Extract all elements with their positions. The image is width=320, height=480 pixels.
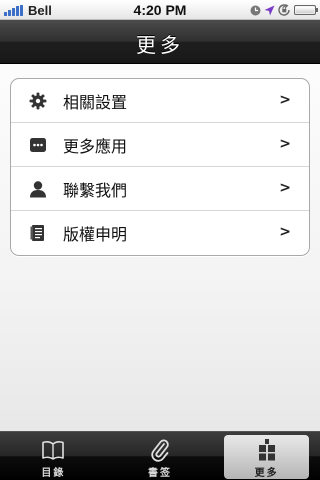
document-icon: [29, 224, 47, 242]
menu-item-settings[interactable]: 相關設置 >: [11, 79, 309, 123]
chevron-right-icon: >: [279, 136, 291, 152]
rotation-lock-icon: [278, 4, 291, 16]
tab-label: 更多: [254, 468, 279, 479]
tab-catalog[interactable]: 目錄: [0, 432, 107, 480]
chevron-right-icon: >: [279, 224, 291, 240]
tab-bookmarks[interactable]: 書签: [107, 432, 214, 480]
menu-item-label: 聯繫我們: [63, 180, 128, 200]
status-right: [247, 3, 318, 17]
tab-label: 書签: [148, 468, 172, 479]
more-apps-icon: [29, 136, 47, 154]
open-book-icon: [42, 441, 65, 460]
person-icon: [29, 180, 47, 198]
paperclip-icon: [151, 439, 169, 462]
menu-item-label: 版權申明: [63, 225, 128, 244]
page-title: 更多: [136, 33, 184, 57]
chevron-right-icon: >: [279, 180, 291, 196]
tab-bar: 目錄 書签 更多: [0, 431, 320, 480]
menu-item-more-apps[interactable]: 更多應用 >: [11, 123, 309, 167]
location-arrow-icon: [264, 5, 275, 16]
chevron-right-icon: >: [279, 92, 291, 108]
more-grid-icon: [258, 439, 275, 461]
tab-more[interactable]: 更多: [213, 432, 320, 480]
status-bar: Bell 4:20 PM: [0, 0, 320, 20]
menu-item-label: 相關設置: [63, 92, 128, 112]
tab-label: 目錄: [41, 468, 66, 479]
menu-item-copyright[interactable]: 版權申明 >: [11, 211, 309, 255]
navigation-bar: 更多: [0, 20, 320, 64]
menu-item-contact-us[interactable]: 聯繫我們 >: [11, 167, 309, 211]
battery-icon: [294, 5, 318, 15]
gear-icon: [29, 92, 47, 110]
menu-item-label: 更多應用: [63, 136, 128, 156]
settings-menu-list: 相關設置 > 更多應用 > 聯繫我們 > 版權申明 >: [10, 78, 310, 256]
clock-icon: [250, 5, 261, 16]
